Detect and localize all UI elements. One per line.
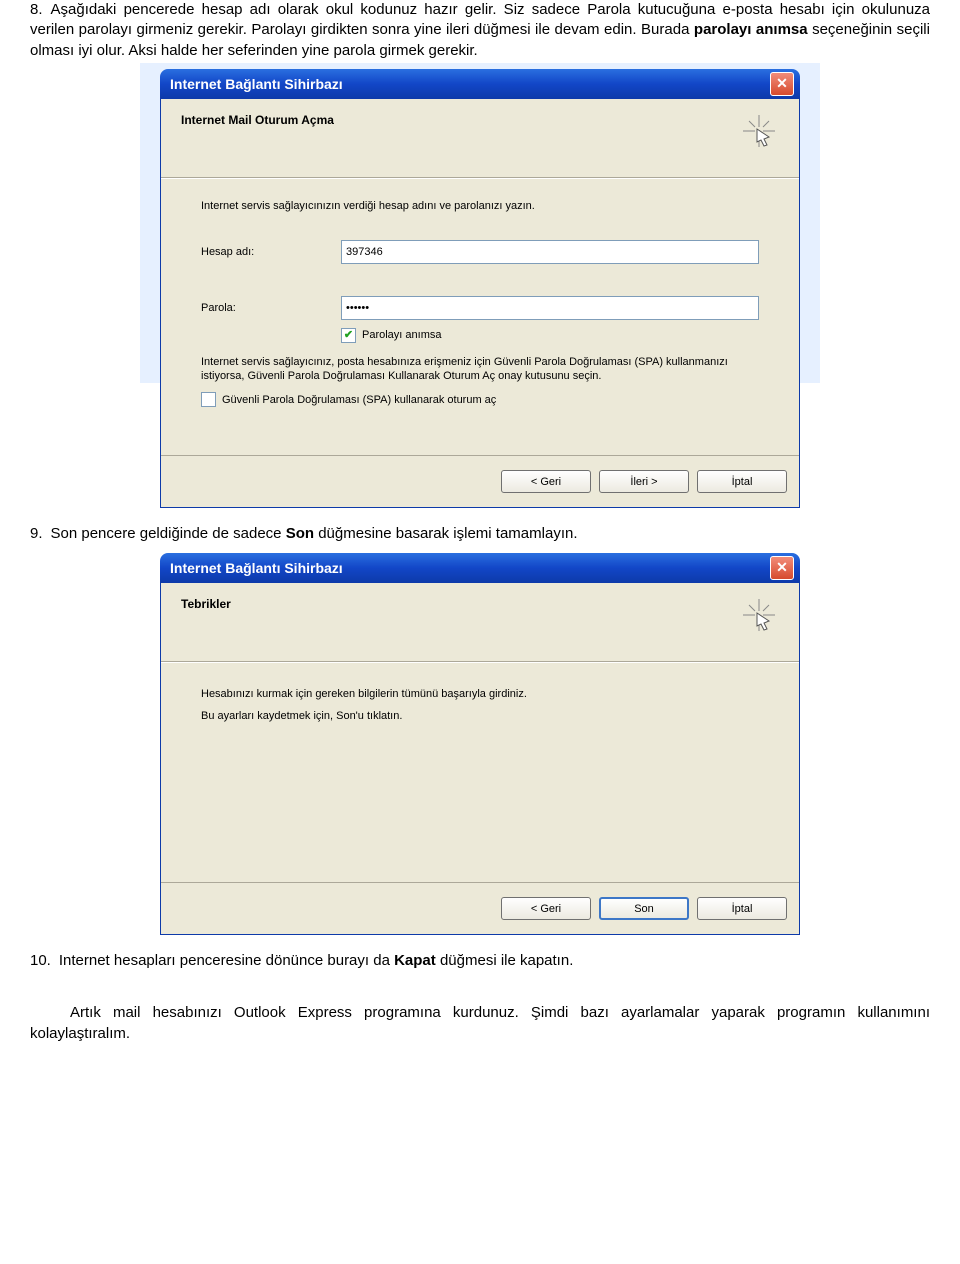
- titlebar-text: Internet Bağlantı Sihirbazı: [170, 560, 770, 576]
- finish-line-1: Hesabınızı kurmak için gereken bilgileri…: [201, 687, 759, 702]
- account-label: Hesap adı:: [201, 246, 341, 258]
- cancel-button[interactable]: İptal: [697, 897, 787, 920]
- titlebar: Internet Bağlantı Sihirbazı ✕: [160, 69, 800, 99]
- list-number-9: 9.: [30, 524, 43, 544]
- dialog-header: Internet Mail Oturum Açma: [181, 113, 779, 127]
- back-button[interactable]: < Geri: [501, 470, 591, 493]
- remember-password-checkbox[interactable]: ✔: [341, 328, 356, 343]
- wizard-cursor-icon: [737, 593, 781, 637]
- close-icon[interactable]: ✕: [770, 72, 794, 96]
- titlebar: Internet Bağlantı Sihirbazı ✕: [160, 553, 800, 583]
- para-10-bold: Kapat: [394, 952, 436, 969]
- para-8-bold: parolayı anımsa: [694, 21, 808, 38]
- wizard-dialog-finish: Internet Bağlantı Sihirbazı ✕ Tebrikler …: [160, 553, 800, 936]
- password-label: Parola:: [201, 302, 341, 314]
- password-input[interactable]: [341, 296, 759, 320]
- titlebar-text: Internet Bağlantı Sihirbazı: [170, 76, 770, 92]
- wizard-cursor-icon: [737, 109, 781, 153]
- finish-line-2: Bu ayarları kaydetmek için, Son'u tıklat…: [201, 709, 759, 724]
- list-number-10: 10.: [30, 951, 51, 971]
- close-icon[interactable]: ✕: [770, 556, 794, 580]
- wizard-dialog-login: Internet Bağlantı Sihirbazı ✕ Internet M…: [160, 69, 800, 509]
- dialog-header: Tebrikler: [181, 597, 779, 611]
- para-10-text-a: Internet hesapları penceresine dönünce b…: [59, 952, 394, 969]
- list-number-8: 8.: [30, 0, 43, 20]
- final-paragraph: Artık mail hesabınızı Outlook Express pr…: [30, 1004, 930, 1041]
- para-9-text-a: Son pencere geldiğinde de sadece: [51, 525, 286, 542]
- spa-checkbox[interactable]: [201, 392, 216, 407]
- finish-button[interactable]: Son: [599, 897, 689, 920]
- remember-password-label: Parolayı anımsa: [362, 329, 441, 341]
- cancel-button[interactable]: İptal: [697, 470, 787, 493]
- back-button[interactable]: < Geri: [501, 897, 591, 920]
- para-9-bold: Son: [286, 525, 314, 542]
- spa-info-text: Internet servis sağlayıcınız, posta hesa…: [201, 355, 759, 385]
- next-button[interactable]: İleri >: [599, 470, 689, 493]
- para-10-text-b: düğmesi ile kapatın.: [436, 952, 574, 969]
- para-9-text-b: düğmesine basarak işlemi tamamlayın.: [314, 525, 577, 542]
- account-input[interactable]: [341, 240, 759, 264]
- spa-checkbox-label: Güvenli Parola Doğrulaması (SPA) kullana…: [222, 394, 496, 406]
- intro-text: Internet servis sağlayıcınızın verdiği h…: [201, 199, 759, 214]
